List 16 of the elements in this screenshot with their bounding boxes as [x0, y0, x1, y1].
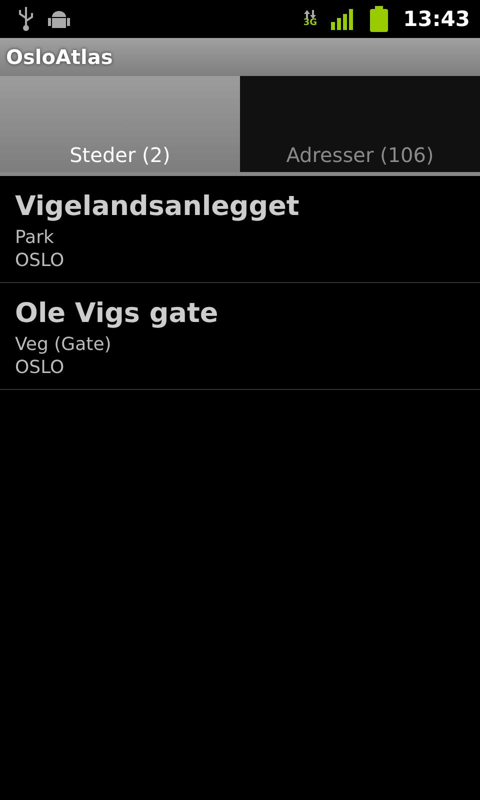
- usb-icon: [18, 6, 34, 32]
- place-city: OSLO: [15, 249, 66, 272]
- android-icon: [48, 8, 70, 30]
- result-item[interactable]: Vigelandsanlegget Park OSLO: [0, 176, 480, 283]
- tab[interactable]: Adresser (106): [240, 76, 480, 172]
- place-type: Park: [15, 226, 55, 249]
- clock: 13:43: [403, 7, 470, 31]
- place-name: Vigelandsanlegget: [15, 190, 300, 224]
- battery-icon: [369, 6, 390, 32]
- tab[interactable]: Steder (2): [0, 76, 240, 172]
- place-type: Veg (Gate): [15, 333, 112, 356]
- window-title: OsloAtlas: [6, 45, 113, 69]
- place-name: Ole Vigs gate: [15, 297, 220, 331]
- signal-icon: [331, 8, 356, 30]
- result-item[interactable]: Ole Vigs gate Veg (Gate) OSLO: [0, 283, 480, 390]
- place-city: OSLO: [15, 356, 66, 379]
